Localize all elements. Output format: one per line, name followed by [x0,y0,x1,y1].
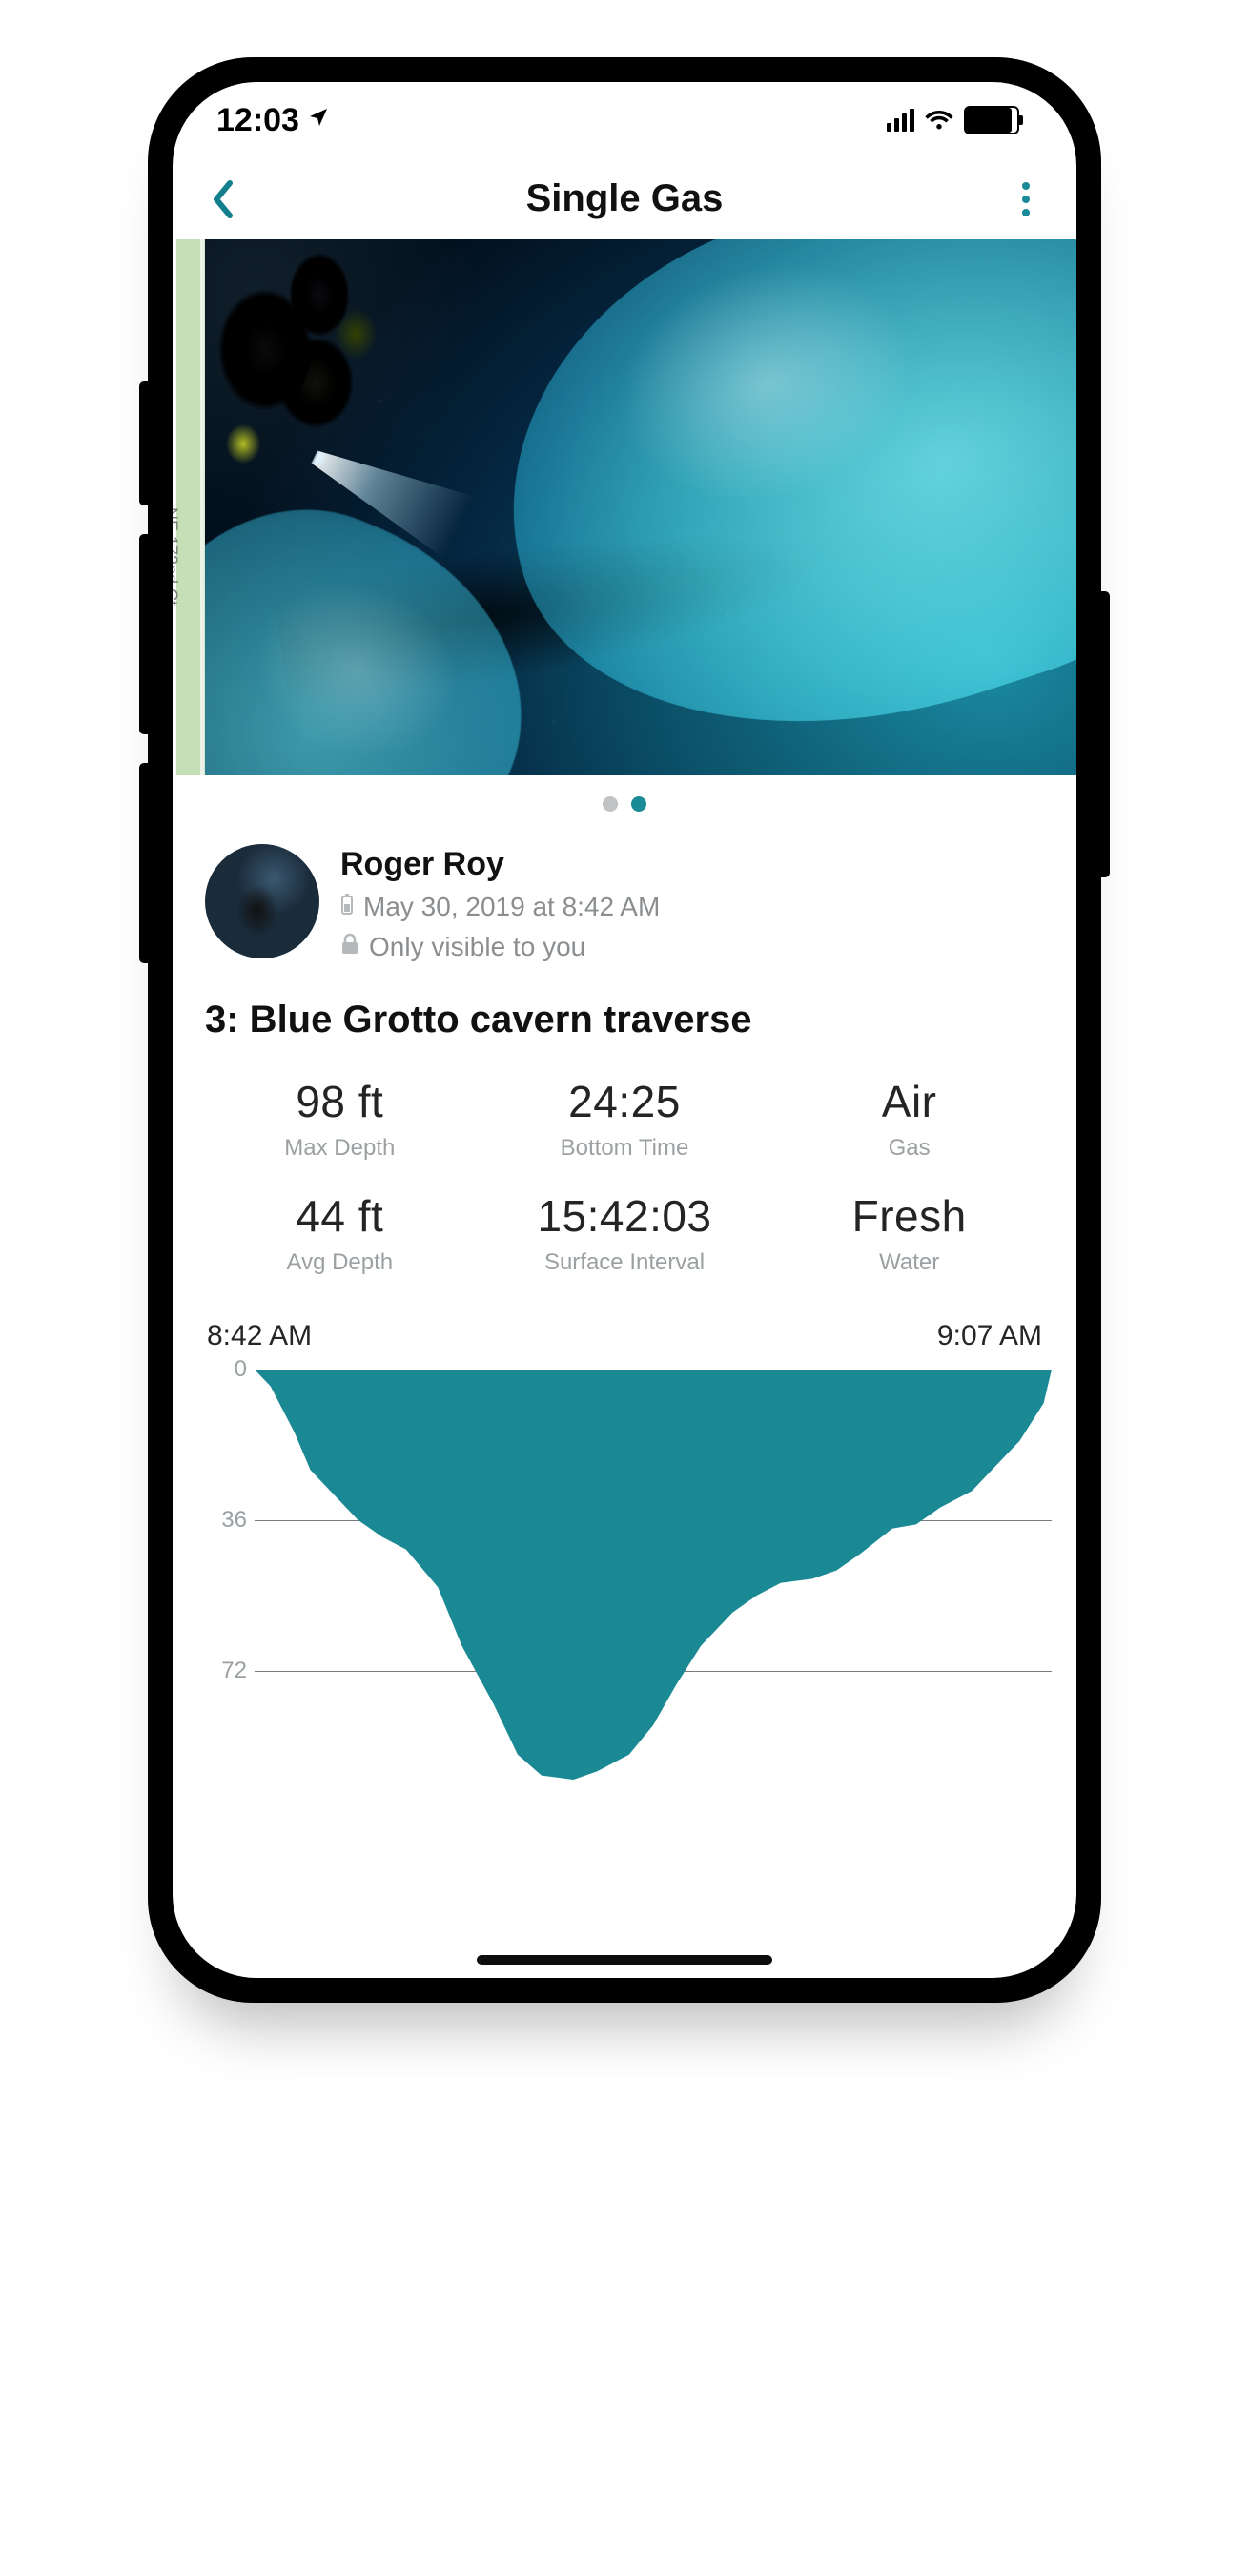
stat-label: Surface Interval [482,1249,768,1276]
chevron-left-icon [211,179,235,219]
pager-dot-2[interactable] [631,796,646,812]
avatar[interactable] [205,844,319,958]
screen: 12:03 Single Gas [173,82,1076,1978]
more-options-button[interactable] [1004,177,1048,221]
stat-label: Gas [767,1135,1052,1162]
stat-label: Avg Depth [197,1249,482,1276]
stat-value: 44 ft [197,1190,482,1242]
battery-mini-icon [340,891,354,923]
page-title: Single Gas [526,177,724,220]
device-volume-up [139,534,148,734]
phone-frame: 12:03 Single Gas [148,57,1101,2003]
stat-label: Bottom Time [482,1135,768,1162]
device-silence-switch [139,381,148,505]
stat-gas: Air Gas [767,1076,1052,1162]
author-name: Roger Roy [340,846,660,883]
dive-title: 3: Blue Grotto cavern traverse [173,983,1076,1062]
stat-value: Air [767,1076,1052,1127]
pager-dot-1[interactable] [603,796,618,812]
dive-date-time: May 30, 2019 at 8:42 AM [363,891,660,923]
chart-start-time: 8:42 AM [207,1320,312,1352]
stat-max-depth: 98 ft Max Depth [197,1076,482,1162]
nav-bar: Single Gas [173,158,1076,239]
status-time: 12:03 [216,102,299,139]
device-power-button [1101,591,1110,877]
stats-grid: 98 ft Max Depth 24:25 Bottom Time Air Ga… [173,1062,1076,1305]
lock-icon [340,931,359,963]
dots-vertical-icon [1022,182,1030,190]
battery-icon [964,106,1019,134]
stat-value: 24:25 [482,1076,768,1127]
stat-surface-interval: 15:42:03 Surface Interval [482,1190,768,1276]
location-services-icon [307,106,330,134]
author-block: Roger Roy May 30, 2019 at 8:42 AM Only v… [173,833,1076,983]
wifi-icon [924,109,954,132]
map-street-label: NE 172nd Ct [173,507,181,606]
home-indicator[interactable] [477,1955,772,1965]
stat-avg-depth: 44 ft Avg Depth [197,1190,482,1276]
stat-bottom-time: 24:25 Bottom Time [482,1076,768,1162]
stat-value: 15:42:03 [482,1190,768,1242]
y-tick-0: 0 [195,1356,247,1383]
y-tick-36: 36 [195,1507,247,1534]
status-bar: 12:03 [173,82,1076,158]
stat-label: Water [767,1249,1052,1276]
stat-water: Fresh Water [767,1190,1052,1276]
stat-value: Fresh [767,1190,1052,1242]
hero-image[interactable]: NE 172nd Ct [173,239,1076,775]
device-volume-down [139,763,148,963]
back-button[interactable] [201,177,245,221]
pager-dots[interactable] [173,775,1076,833]
stat-value: 98 ft [197,1076,482,1127]
privacy-text: Only visible to you [369,931,585,963]
cellular-signal-icon [887,109,914,132]
chart-end-time: 9:07 AM [937,1320,1042,1352]
depth-chart[interactable]: 8:42 AM 9:07 AM 0 36 72 [173,1305,1076,1780]
depth-area-plot [255,1370,1052,1780]
stat-label: Max Depth [197,1135,482,1162]
y-tick-72: 72 [195,1658,247,1684]
